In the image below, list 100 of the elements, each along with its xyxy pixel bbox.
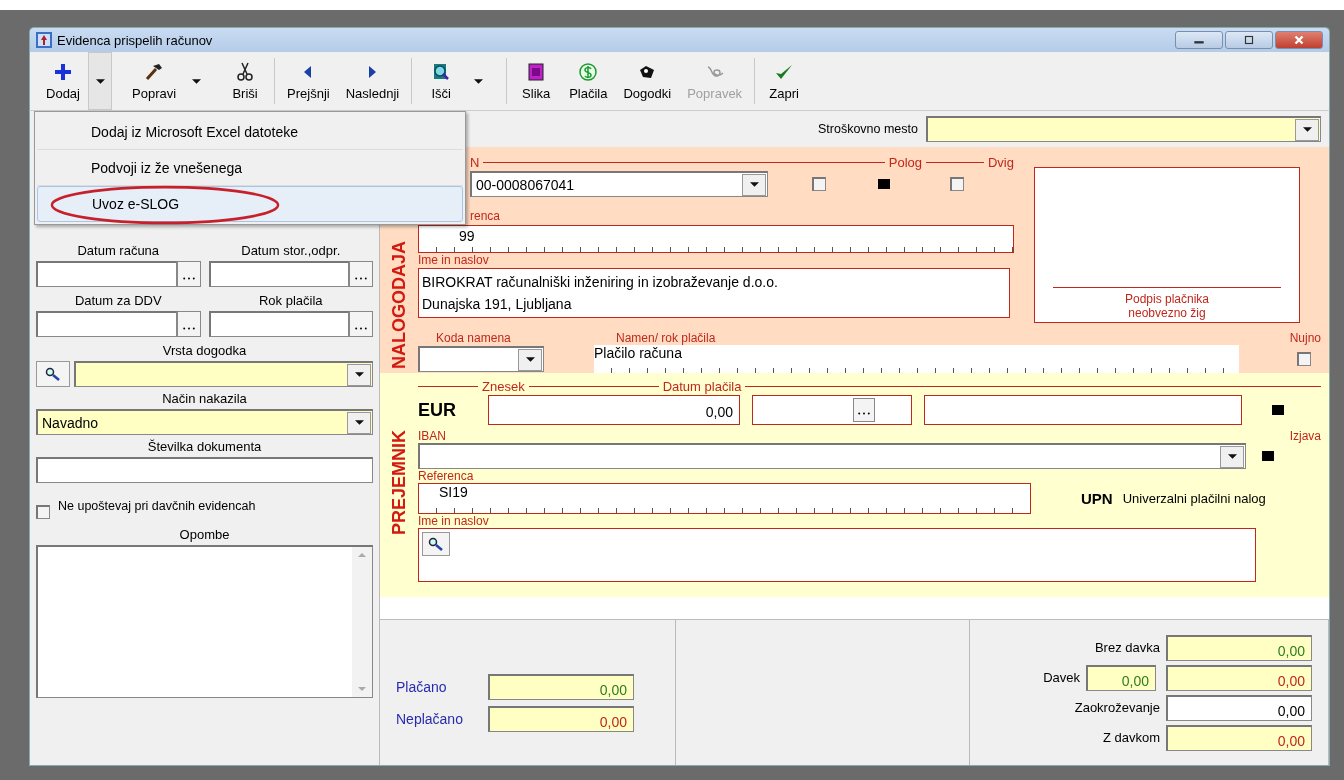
toolbar-button[interactable]: Prejšnji xyxy=(279,52,338,110)
close-button[interactable] xyxy=(1275,31,1323,49)
window-title: Evidenca prispelih računov xyxy=(57,32,213,48)
section-title: PREJEMNIK xyxy=(388,430,410,536)
field-label: Nujno xyxy=(1289,331,1321,345)
ellipsis-icon xyxy=(355,277,367,280)
amount-field: 0,00 xyxy=(488,705,634,732)
field-label: N xyxy=(470,154,480,170)
toolbar-button[interactable]: Dogodki xyxy=(615,52,680,110)
field-label: Datum za DDV xyxy=(74,293,162,308)
name-address-field[interactable] xyxy=(418,528,1256,582)
reference-field[interactable]: 99 xyxy=(418,225,1014,253)
transfer-method-dropdown[interactable]: Navadno xyxy=(36,409,373,435)
hammer-icon xyxy=(144,61,165,82)
plus-icon xyxy=(53,61,73,82)
field-label: Neplačano xyxy=(396,710,464,727)
minimize-button[interactable] xyxy=(1175,31,1223,49)
amount-field[interactable]: 0,00 xyxy=(1166,694,1312,721)
section-title: NALOGODAJA xyxy=(388,241,410,369)
menu-item[interactable]: Dodaj iz Microsoft Excel datoteke xyxy=(37,114,463,150)
ellipsis-icon xyxy=(182,277,195,280)
payment-date-field[interactable] xyxy=(752,395,912,425)
amount-field: 0,00 xyxy=(1166,664,1312,691)
ellipsis-button[interactable] xyxy=(853,398,875,422)
purpose-field[interactable]: Plačilo računa xyxy=(594,345,1239,373)
text-field[interactable] xyxy=(924,395,1242,425)
checkbox-label: Ne upoštevaj pri davčnih evidencah xyxy=(58,499,257,514)
caret-icon xyxy=(525,357,535,362)
amount-field: 0,00 xyxy=(1166,634,1312,661)
search-icon xyxy=(45,366,61,382)
amount-field[interactable]: 0,00 xyxy=(488,395,740,425)
checkbox[interactable] xyxy=(36,505,50,519)
field-label: Ime in naslov xyxy=(418,514,490,528)
search-button[interactable] xyxy=(36,361,70,387)
field-label: Zaokroževanje xyxy=(1074,700,1160,715)
square-marker-icon xyxy=(1262,451,1274,461)
field-label: Plačano xyxy=(396,678,448,695)
field-label: Davek xyxy=(1043,670,1080,685)
date-field[interactable] xyxy=(36,311,177,337)
square-marker-icon xyxy=(878,179,890,189)
caret-icon xyxy=(354,372,364,377)
date-field[interactable] xyxy=(208,261,349,287)
amount-field: 0,00 xyxy=(1166,724,1312,751)
ellipsis-button[interactable] xyxy=(349,261,373,287)
name-address-field[interactable]: BIROKRAT računalniški inženiring in izobraževanje d.o.o. Dunajska 191, Ljubljana xyxy=(418,268,1010,318)
reference-field[interactable]: SI19 xyxy=(418,483,1031,514)
field-label: Način nakazila xyxy=(162,391,247,406)
field-label: Referenca xyxy=(418,469,475,483)
toolbar-button[interactable]: Popravi xyxy=(124,52,185,110)
document-number-field[interactable] xyxy=(36,457,373,483)
toolbar-button[interactable]: Briši xyxy=(220,52,271,110)
date-field[interactable] xyxy=(208,311,349,337)
iban-dropdown[interactable]: 00-0008067041 xyxy=(470,171,768,197)
caret-icon xyxy=(191,78,201,84)
ellipsis-icon xyxy=(182,327,195,330)
field-label: Ime in naslov xyxy=(418,253,490,267)
event-type-dropdown[interactable] xyxy=(74,361,373,387)
maximize-button[interactable] xyxy=(1225,31,1273,49)
currency-label: EUR xyxy=(418,399,457,421)
toolbar-button[interactable]: Slika xyxy=(511,52,562,110)
field-label: Dvig xyxy=(988,154,1014,170)
close-icon xyxy=(1292,35,1306,45)
iban-dropdown[interactable] xyxy=(418,443,1246,469)
menu-item[interactable]: Uvoz e-SLOG xyxy=(37,186,463,222)
search-button[interactable] xyxy=(422,532,450,556)
field-label: Polog xyxy=(888,154,922,170)
square-marker-icon xyxy=(1272,405,1284,415)
caret-icon xyxy=(473,78,483,84)
right-arrow-icon xyxy=(368,65,377,78)
toolbar-button[interactable]: Išči xyxy=(416,52,467,110)
ellipsis-button[interactable] xyxy=(176,261,201,287)
checkbox[interactable] xyxy=(812,177,826,191)
field-label: Stroškovno mesto xyxy=(817,122,918,136)
ellipsis-icon xyxy=(355,327,367,330)
amount-field: 0,00 xyxy=(488,673,634,700)
ellipsis-button[interactable] xyxy=(349,311,373,337)
field-label: Vrsta dogodka xyxy=(162,343,247,358)
checkbox[interactable] xyxy=(1297,352,1311,366)
upn-label: UPN xyxy=(1081,490,1113,507)
app-icon xyxy=(36,32,52,48)
purpose-code-dropdown[interactable] xyxy=(418,346,544,372)
caret-icon xyxy=(1302,127,1312,132)
toolbar-button[interactable]: Plačila xyxy=(561,52,616,110)
field-label: Izjava xyxy=(1289,429,1321,443)
field-label: Datum plačila xyxy=(662,378,742,394)
cost-center-dropdown[interactable] xyxy=(926,116,1321,142)
toolbar-button[interactable]: Zapri xyxy=(759,52,810,110)
caret-icon xyxy=(1227,454,1237,459)
ellipsis-button[interactable] xyxy=(176,311,201,337)
field-label: Znesek xyxy=(482,378,525,394)
field-label: Namen/ rok plačila xyxy=(616,331,717,345)
field-label: Datum stor.,odpr. xyxy=(241,243,341,258)
signature-box: Podpis plačnika neobvezno žig xyxy=(1034,167,1300,323)
toolbar-button[interactable]: Dodaj xyxy=(38,52,88,110)
toolbar-button[interactable]: Naslednji xyxy=(337,52,408,110)
caret-icon xyxy=(95,78,105,84)
caret-icon xyxy=(354,420,364,425)
date-field[interactable] xyxy=(36,261,177,287)
field-label: Datum računa xyxy=(77,243,160,258)
checkbox[interactable] xyxy=(950,177,964,191)
